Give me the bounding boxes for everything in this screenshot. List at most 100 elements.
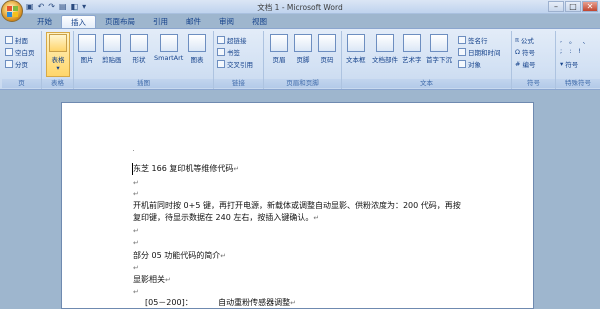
equation-button[interactable]: π 公式 [515, 35, 534, 45]
blank-page-button[interactable]: 空白页 [5, 47, 35, 57]
comma-symbol[interactable]: , [560, 36, 562, 44]
date-time-icon [458, 48, 466, 56]
office-button[interactable] [1, 0, 23, 22]
doc-line: 显影相关↵ [133, 275, 171, 284]
group-pages: 封面 空白页 分页 页 [2, 31, 42, 89]
group-label-illustrations: 插图 [74, 79, 213, 88]
title-bar: ▣ ↶ ↷ ▤ ◧ ▾ 文档 1 - Microsoft Word – □ ✕ [0, 0, 600, 14]
paragraph-mark-icon: ↵ [133, 190, 139, 198]
minimize-button[interactable]: – [548, 1, 564, 12]
period-symbol[interactable]: 。 [569, 35, 576, 45]
tab-home[interactable]: 开始 [28, 15, 61, 28]
chart-button[interactable]: 图表 [188, 34, 206, 64]
tab-page-layout[interactable]: 页面布局 [96, 15, 144, 28]
ribbon-tabs: 开始 插入 页面布局 引用 邮件 审阅 视图 [28, 15, 276, 28]
cross-reference-button[interactable]: 交叉引用 [217, 59, 253, 69]
group-label-pages: 页 [2, 79, 41, 88]
number-button[interactable]: # 编号 [515, 59, 535, 69]
paragraph-mark-icon: ↵ [133, 227, 139, 235]
paragraph-mark-icon: ↵ [133, 288, 139, 296]
clip-art-icon [102, 34, 121, 52]
doc-line: 开机前同时按 0+5 键，再打开电源，新载体或调整自动显影、供粉浓度为：200 … [133, 201, 461, 210]
object-icon [458, 60, 466, 68]
date-time-button[interactable]: 日期和时间 [458, 47, 501, 57]
special-row-2: ; : ! [560, 47, 581, 55]
smartart-button[interactable]: SmartArt [154, 34, 183, 62]
doc-line: [05－200]： 自动重粉传感器调整↵ [145, 298, 296, 307]
bookmark-button[interactable]: 书签 [217, 47, 240, 57]
symbol-button[interactable]: Ω 符号 [515, 47, 535, 57]
clip-art-button[interactable]: 剪贴画 [102, 34, 122, 64]
group-links: 超链接 书签 交叉引用 链接 [214, 31, 264, 89]
group-label-table: 表格 [42, 79, 73, 88]
doc-line: ↵ [133, 287, 139, 297]
chart-icon [188, 34, 206, 52]
doc-line: ↵ [133, 263, 139, 273]
page-number-button[interactable]: 页码 [318, 34, 336, 64]
maximize-button[interactable]: □ [565, 1, 581, 12]
drop-cap-button[interactable]: 首字下沉 [426, 34, 452, 64]
shapes-icon [130, 34, 148, 52]
group-special-symbols: , 。 、 ; : ! ▾ 符号 特殊符号 [556, 31, 600, 89]
paragraph-mark-icon: ↵ [133, 239, 139, 247]
exclamation-symbol[interactable]: ! [578, 47, 581, 55]
drop-cap-icon [430, 34, 448, 52]
cross-reference-icon [217, 60, 225, 68]
group-label-text: 文本 [342, 79, 511, 88]
tab-mailings[interactable]: 邮件 [177, 15, 210, 28]
window-controls: – □ ✕ [548, 1, 598, 12]
crop-mark [133, 150, 134, 151]
enum-comma-symbol[interactable]: 、 [583, 35, 590, 45]
paragraph-mark-icon: ↵ [133, 179, 139, 187]
text-box-icon [346, 34, 365, 52]
header-button[interactable]: 页眉 [270, 34, 288, 64]
hyperlink-icon [217, 36, 225, 44]
semicolon-symbol[interactable]: ; [560, 47, 562, 55]
wordart-button[interactable]: 艺术字 [402, 34, 422, 64]
page-number-icon [318, 34, 336, 52]
cover-page-button[interactable]: 封面 [5, 35, 28, 45]
group-text: 文本框 文档部件 艺术字 首字下沉 签名行 日期和时间 对象 文本 [342, 31, 512, 89]
close-button[interactable]: ✕ [582, 1, 598, 12]
tab-review[interactable]: 审阅 [210, 15, 243, 28]
wordart-icon [402, 34, 421, 52]
pi-icon: π [515, 36, 519, 44]
tab-insert[interactable]: 插入 [61, 15, 96, 28]
colon-symbol[interactable]: : [569, 47, 571, 55]
doc-line: ↵ [133, 189, 139, 199]
signature-line-button[interactable]: 签名行 [458, 35, 488, 45]
more-symbols-button[interactable]: ▾ 符号 [560, 59, 578, 69]
picture-button[interactable]: 图片 [78, 34, 96, 64]
shapes-button[interactable]: 形状 [130, 34, 148, 64]
smartart-icon [159, 34, 178, 52]
footer-icon [294, 34, 312, 52]
doc-line: 部分 05 功能代码的简介↵ [133, 251, 227, 260]
doc-line: 复印键，待显示数据在 240 左右，按插入键确认。↵ [133, 213, 320, 222]
quick-parts-icon [376, 34, 394, 52]
doc-line: ↵ [133, 238, 139, 248]
bookmark-icon [217, 48, 225, 56]
ribbon: 封面 空白页 分页 页 表格 ▾ 表格 图片 剪贴画 形状 SmartArt 图表… [0, 28, 600, 90]
group-header-footer: 页眉 页脚 页码 页眉和页脚 [264, 31, 342, 89]
table-icon [49, 34, 67, 52]
blank-page-icon [5, 48, 13, 56]
paragraph-mark-icon: ↵ [165, 276, 171, 284]
group-label-header-footer: 页眉和页脚 [264, 79, 341, 88]
table-button[interactable]: 表格 ▾ [46, 32, 70, 77]
tab-view[interactable]: 视图 [243, 15, 276, 28]
picture-icon [78, 34, 96, 52]
object-button[interactable]: 对象 [458, 59, 481, 69]
omega-icon: Ω [515, 48, 520, 56]
tab-references[interactable]: 引用 [144, 15, 177, 28]
office-logo-icon [6, 5, 18, 17]
group-label-special: 特殊符号 [556, 79, 600, 88]
paragraph-mark-icon: ↵ [290, 299, 296, 307]
header-icon [270, 34, 288, 52]
quick-parts-button[interactable]: 文档部件 [372, 34, 398, 64]
hyperlink-button[interactable]: 超链接 [217, 35, 247, 45]
page-break-icon [5, 60, 13, 68]
footer-button[interactable]: 页脚 [294, 34, 312, 64]
page-break-button[interactable]: 分页 [5, 59, 28, 69]
text-box-button[interactable]: 文本框 [346, 34, 366, 64]
window-title: 文档 1 - Microsoft Word [257, 3, 343, 12]
